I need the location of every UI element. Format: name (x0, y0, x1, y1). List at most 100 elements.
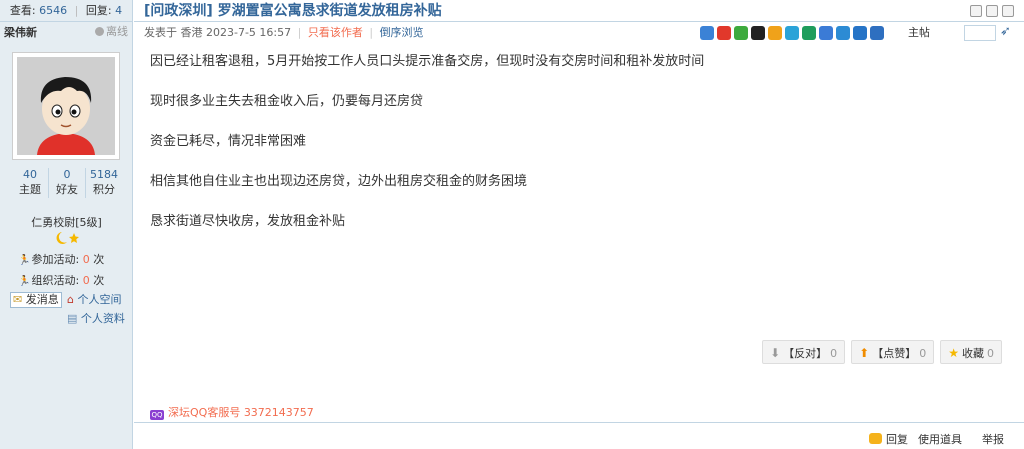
stat-threads[interactable]: 40 主题 (12, 168, 49, 198)
running-man-icon: 🏃 (18, 255, 31, 266)
prev-arrow-icon[interactable] (986, 5, 998, 17)
like-count: 0 (919, 347, 927, 360)
post-title-bar: [问政深圳] 罗湖置富公寓恳求街道发放租房补贴 (134, 0, 1024, 22)
stat-label: 好友 (56, 183, 78, 196)
print-icon[interactable] (970, 5, 982, 17)
post-paragraph: 因已经让租客退租，5月开始按工作人员口头提示准备交房，但现时没有交房时间和租补发… (150, 54, 705, 69)
reply-icon (869, 433, 882, 444)
floor-jump-input[interactable] (964, 25, 996, 41)
envelope-icon: ✉ (13, 293, 23, 306)
post-paragraph: 恳求街道尽快收房，发放租金补贴 (150, 214, 346, 229)
like-label: 【点赞】 (872, 347, 917, 360)
title-tools (970, 5, 1014, 17)
views-label: 查看: (9, 4, 36, 17)
up-arrow-icon: ⬆ (859, 346, 870, 360)
post-main: [问政深圳] 罗湖置富公寓恳求街道发放租房补贴 发表于 香港 2023-7-5 … (134, 0, 1024, 449)
running-man-icon: 🏃 (18, 276, 31, 287)
offline-status: 离线 (95, 22, 128, 42)
qzone-icon[interactable] (768, 26, 782, 40)
favorite-label: 收藏 (962, 347, 984, 360)
author-sidebar: 查看: 6546 | 回复: 4 梁伟新 离线 40 主题 0 好友 5184 … (0, 0, 133, 449)
use-tools-link[interactable]: 使用道具 (918, 431, 962, 447)
activity-join: 🏃 参加活动: 0 次 (18, 251, 104, 267)
reverse-order-link[interactable]: 倒序浏览 (380, 26, 424, 39)
kaixin-icon[interactable] (836, 26, 850, 40)
moon-star-icon (56, 232, 79, 244)
next-arrow-icon[interactable] (1002, 5, 1014, 17)
profile-label: 个人资料 (80, 312, 125, 325)
document-icon: ▤ (67, 312, 78, 325)
rank-icons (55, 231, 81, 248)
activity-join-label: 参加活动: (31, 253, 80, 266)
qq-service-link[interactable]: QQ 深坛QQ客服号 3372143757 (150, 404, 314, 420)
avatar-image (17, 57, 115, 155)
oppose-button[interactable]: ⬇ 【反对】 0 (762, 340, 846, 364)
activity-org-label: 组织活动: (31, 274, 80, 287)
offline-icon (95, 27, 104, 36)
send-message-button[interactable]: ✉ 发消息 (10, 292, 62, 308)
post-paragraph: 资金已耗尽，情况非常困难 (150, 134, 307, 149)
times-unit: 次 (93, 253, 105, 266)
post-meta-bar: 发表于 香港 2023-7-5 16:57 | 只看该作者 | 倒序浏览 主帖 … (134, 22, 1024, 44)
thread-stats: 查看: 6546 | 回复: 4 (0, 0, 132, 22)
jump-go-icon[interactable]: ➶ (1000, 25, 1014, 39)
stat-value: 5184 (90, 168, 118, 181)
stat-points[interactable]: 5184 积分 (86, 168, 122, 198)
floor-label: 主帖 (908, 26, 930, 39)
home-icon: ⌂ (67, 293, 74, 306)
author-row: 梁伟新 离线 (0, 22, 132, 42)
activity-org-count: 0 (82, 274, 90, 287)
activity-organize: 🏃 组织活动: 0 次 (18, 272, 104, 288)
qq-icon[interactable] (751, 26, 765, 40)
post-content: 因已经让租客退租，5月开始按工作人员口头提示准备交房，但现时没有交房时间和租补发… (150, 52, 990, 252)
replies-count: 4 (115, 4, 123, 17)
tencent-weibo-icon[interactable] (785, 26, 799, 40)
stat-value: 40 (23, 168, 37, 181)
status-label: 离线 (106, 25, 128, 38)
avatar[interactable] (12, 52, 120, 160)
reply-label: 回复 (886, 433, 908, 446)
post-footer: 回复 使用道具 举报 (134, 422, 1024, 449)
stat-label: 积分 (93, 183, 115, 196)
favorite-count: 0 (987, 347, 994, 360)
reply-link[interactable]: 回复 (869, 431, 908, 447)
author-name[interactable]: 梁伟新 (4, 26, 37, 39)
down-arrow-icon: ⬇ (770, 346, 781, 360)
user-rank: 仁勇校尉[5级] (31, 216, 102, 229)
footer-links: 回复 使用道具 举报 (869, 431, 1004, 447)
weibo-icon[interactable] (717, 26, 731, 40)
oppose-count: 0 (830, 347, 838, 360)
post-paragraph: 相信其他自住业主也出现边还房贷，边外出租房交租金的财务困境 (150, 174, 528, 189)
plus-share-icon[interactable] (700, 26, 714, 40)
stat-friends[interactable]: 0 好友 (49, 168, 86, 198)
personal-space-label: 个人空间 (77, 293, 122, 306)
meta-divider: | (369, 26, 374, 39)
send-message-label: 发消息 (25, 293, 59, 306)
douban-icon[interactable] (802, 26, 816, 40)
stat-label: 主题 (19, 183, 41, 196)
wechat-icon[interactable] (734, 26, 748, 40)
profile-link[interactable]: ▤ 个人资料 (67, 311, 125, 327)
baidu-icon[interactable] (870, 26, 884, 40)
stat-value: 0 (63, 168, 71, 181)
post-paragraph: 现时很多业主失去租金收入后，仍要每月还房贷 (150, 94, 424, 109)
post-date: 发表于 香港 2023-7-5 16:57 (144, 26, 292, 39)
times-unit: 次 (93, 274, 105, 287)
like-button[interactable]: ⬆ 【点赞】 0 (851, 340, 935, 364)
oppose-label: 【反对】 (783, 347, 828, 360)
report-link[interactable]: 举报 (982, 431, 1004, 447)
favorite-button[interactable]: ★ 收藏 0 (940, 340, 1002, 364)
cartoon-boy-icon (17, 57, 115, 155)
star-icon: ★ (948, 346, 959, 360)
meta-divider: | (297, 26, 302, 39)
renren-icon[interactable] (819, 26, 833, 40)
stats-divider: | (74, 4, 79, 17)
qq-badge-icon: QQ (150, 410, 164, 420)
post-actions: ⬇ 【反对】 0 ⬆ 【点赞】 0 ★ 收藏 0 (762, 340, 1002, 364)
only-author-link[interactable]: 只看该作者 (308, 26, 363, 39)
personal-space-link[interactable]: ⌂ 个人空间 (67, 292, 121, 308)
author-stats: 40 主题 0 好友 5184 积分 (12, 168, 122, 198)
post-title[interactable]: [问政深圳] 罗湖置富公寓恳求街道发放租房补贴 (144, 3, 442, 19)
replies-label: 回复: (85, 4, 112, 17)
sohu-icon[interactable] (853, 26, 867, 40)
